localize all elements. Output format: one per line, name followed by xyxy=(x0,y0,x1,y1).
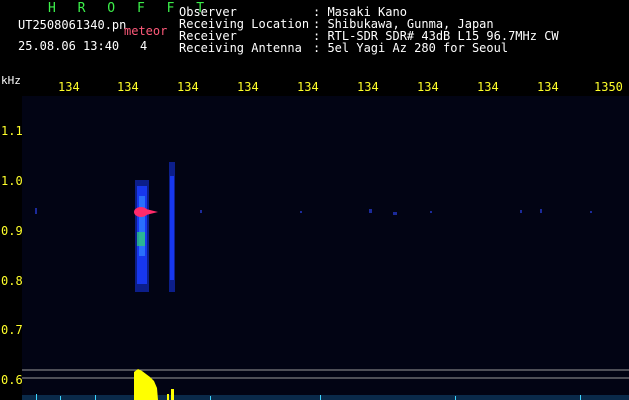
x-tick: 134 xyxy=(117,80,139,94)
y-tick: 1.1 xyxy=(1,124,23,138)
datetime-label: 25.08.06 13:40 xyxy=(18,39,120,53)
x-tick: 134 xyxy=(477,80,499,94)
x-tick: 134 xyxy=(357,80,379,94)
spectrogram-canvas xyxy=(0,0,629,400)
meteor-echo-secondary xyxy=(169,162,175,292)
y-tick: 1.0 xyxy=(1,174,23,188)
x-tick: 134 xyxy=(537,80,559,94)
x-tick: 1350 xyxy=(594,80,623,94)
y-axis-unit: kHz xyxy=(1,74,21,87)
baseline-signal xyxy=(22,395,629,400)
y-tick: 0.9 xyxy=(1,224,23,238)
x-tick: 134 xyxy=(297,80,319,94)
y-tick: 0.6 xyxy=(1,373,23,387)
x-tick: 134 xyxy=(58,80,80,94)
filename-label: UT2508061340.pn xyxy=(18,18,127,32)
y-tick: 0.7 xyxy=(1,323,23,337)
plot-area xyxy=(22,96,629,400)
x-tick: 134 xyxy=(237,80,259,94)
info-value-antenna: : 5el Yagi Az 280 for Seoul xyxy=(313,41,509,55)
x-tick: 134 xyxy=(417,80,439,94)
x-tick: 134 xyxy=(177,80,199,94)
meteor-count: 4 xyxy=(140,39,148,53)
meteor-label: meteor xyxy=(124,24,168,38)
info-label-antenna: Receiving Antenna xyxy=(179,41,302,55)
y-tick: 0.8 xyxy=(1,274,23,288)
